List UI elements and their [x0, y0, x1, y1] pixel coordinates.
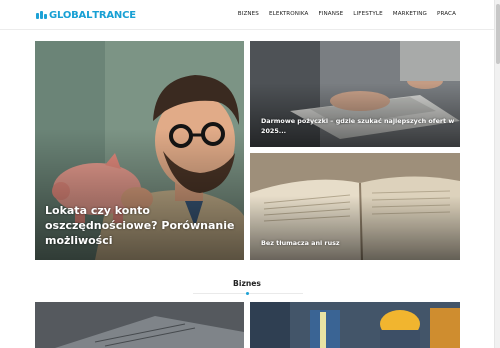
featured-article-loans-title[interactable]: Darmowe pożyczki – gdzie szukać najlepsz…	[261, 116, 456, 136]
nav-item-finanse[interactable]: FINANSE	[318, 11, 343, 17]
nav-item-praca[interactable]: PRACA	[437, 11, 456, 17]
featured-article-main[interactable]: Lokata czy konto oszczędnościowe? Porówn…	[35, 41, 244, 260]
site-logo[interactable]: GLOBALTRANCE	[36, 8, 136, 22]
article-image-laptop	[35, 302, 244, 348]
featured-article-main-title[interactable]: Lokata czy konto oszczędnościowe? Porówn…	[45, 203, 235, 248]
nav-item-biznes[interactable]: BIZNES	[238, 11, 259, 17]
section-accent-dot	[246, 292, 249, 295]
logo-icon	[36, 10, 47, 20]
section-title-biznes: Biznes	[233, 279, 261, 288]
image-overlay	[250, 195, 460, 260]
nav-item-lifestyle[interactable]: LIFESTYLE	[353, 11, 382, 17]
page-scrollbar[interactable]	[494, 0, 500, 348]
nav-item-marketing[interactable]: MARKETING	[393, 11, 427, 17]
featured-article-loans[interactable]: Darmowe pożyczki – gdzie szukać najlepsz…	[250, 41, 460, 147]
featured-article-translator[interactable]: Bez tłumacza ani rusz	[250, 153, 460, 260]
logo-text: GLOBALTRANCE	[49, 9, 136, 21]
featured-article-translator-title[interactable]: Bez tłumacza ani rusz	[261, 239, 340, 247]
nav-item-elektronika[interactable]: ELEKTRONIKA	[269, 11, 308, 17]
site-header: GLOBALTRANCE BIZNES ELEKTRONIKA FINANSE …	[0, 0, 500, 30]
main-nav: BIZNES ELEKTRONIKA FINANSE LIFESTYLE MAR…	[238, 11, 456, 17]
biznes-article-2[interactable]	[250, 302, 460, 348]
article-image-workers	[250, 302, 460, 348]
scrollbar-thumb[interactable]	[496, 4, 500, 64]
biznes-article-1[interactable]	[35, 302, 244, 348]
